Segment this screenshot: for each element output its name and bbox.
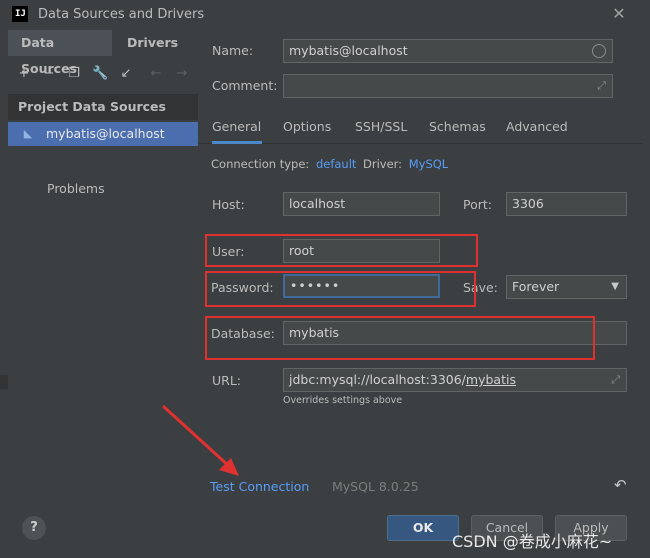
window-title: Data Sources and Drivers (38, 7, 205, 22)
color-circle-icon[interactable] (592, 44, 606, 58)
expand-icon[interactable]: ⤢ (611, 369, 620, 391)
mysql-datasource-icon: ◣ (23, 127, 33, 140)
tab-schemas[interactable]: Schemas (429, 114, 486, 144)
name-field[interactable]: mybatis@localhost (283, 39, 613, 63)
url-database-part: mybatis (465, 372, 516, 387)
expand-icon[interactable]: ⤢ (597, 75, 606, 97)
datasource-label: mybatis@localhost (46, 126, 165, 141)
port-field[interactable]: 3306 (506, 192, 627, 216)
tab-general[interactable]: General (212, 114, 262, 144)
connection-type-link[interactable]: default (316, 157, 356, 171)
close-icon[interactable]: ✕ (609, 4, 629, 24)
import-icon[interactable]: ↙ (118, 66, 134, 82)
url-label: URL: (212, 373, 242, 388)
duplicate-icon[interactable]: ❐ (66, 66, 82, 82)
intellij-logo-icon: IJ (12, 6, 28, 22)
name-value: mybatis@localhost (289, 43, 408, 58)
remove-icon[interactable]: − (41, 66, 57, 82)
url-prefix: jdbc:mysql://localhost:3306/ (289, 372, 466, 387)
driver-label: Driver: (363, 157, 403, 171)
driver-link[interactable]: MySQL (409, 157, 449, 171)
revert-icon[interactable]: ↶ (614, 476, 627, 494)
tab-drivers[interactable]: Drivers (127, 30, 187, 56)
annotation-box-user (205, 234, 478, 267)
right-panel (199, 30, 643, 510)
forward-icon[interactable]: → (174, 66, 190, 82)
comment-label: Comment: (212, 78, 278, 93)
settings-tab-bar: General Options SSH/SSL Schemas Advanced (199, 114, 643, 144)
comment-field[interactable]: ⤢ (283, 74, 613, 98)
tab-ssh-ssl[interactable]: SSH/SSL (355, 114, 407, 144)
left-tabs: Data Sources Drivers (8, 30, 198, 76)
project-data-sources-header: Project Data Sources (8, 94, 198, 120)
add-icon[interactable]: + (16, 66, 32, 82)
save-select[interactable]: Forever ▼ (506, 275, 627, 299)
wrench-icon[interactable]: 🔧 (92, 66, 108, 82)
host-field[interactable]: localhost (283, 192, 440, 216)
connection-type-row: Connection type: default (211, 157, 356, 171)
test-connection-link[interactable]: Test Connection (210, 479, 309, 494)
annotation-arrow (161, 404, 239, 476)
url-field[interactable]: jdbc:mysql://localhost:3306/mybatis ⤢ (283, 368, 627, 392)
window-edge (0, 375, 8, 389)
save-select-value: Forever (512, 279, 560, 294)
title-bar: IJ Data Sources and Drivers ✕ (0, 0, 650, 30)
watermark: CSDN @卷成小麻花~ (452, 532, 613, 551)
driver-row: Driver: MySQL (363, 157, 448, 171)
port-label: Port: (463, 197, 492, 212)
chevron-down-icon: ▼ (611, 281, 619, 292)
tab-data-sources[interactable]: Data Sources (8, 30, 112, 76)
tab-options[interactable]: Options (283, 114, 331, 144)
mysql-version: MySQL 8.0.25 (332, 479, 419, 494)
connection-type-label: Connection type: (211, 157, 310, 171)
datasource-item-mybatis[interactable]: ◣ mybatis@localhost (8, 122, 198, 146)
ok-button[interactable]: OK (387, 515, 459, 541)
host-label: Host: (212, 197, 245, 212)
name-label: Name: (212, 43, 254, 58)
help-button[interactable]: ? (22, 516, 46, 540)
problems-item[interactable]: Problems (47, 181, 105, 196)
tab-advanced[interactable]: Advanced (506, 114, 568, 144)
back-icon[interactable]: ← (148, 66, 164, 82)
url-hint: Overrides settings above (283, 395, 403, 406)
annotation-box-password (205, 271, 476, 307)
annotation-box-database (205, 316, 595, 360)
